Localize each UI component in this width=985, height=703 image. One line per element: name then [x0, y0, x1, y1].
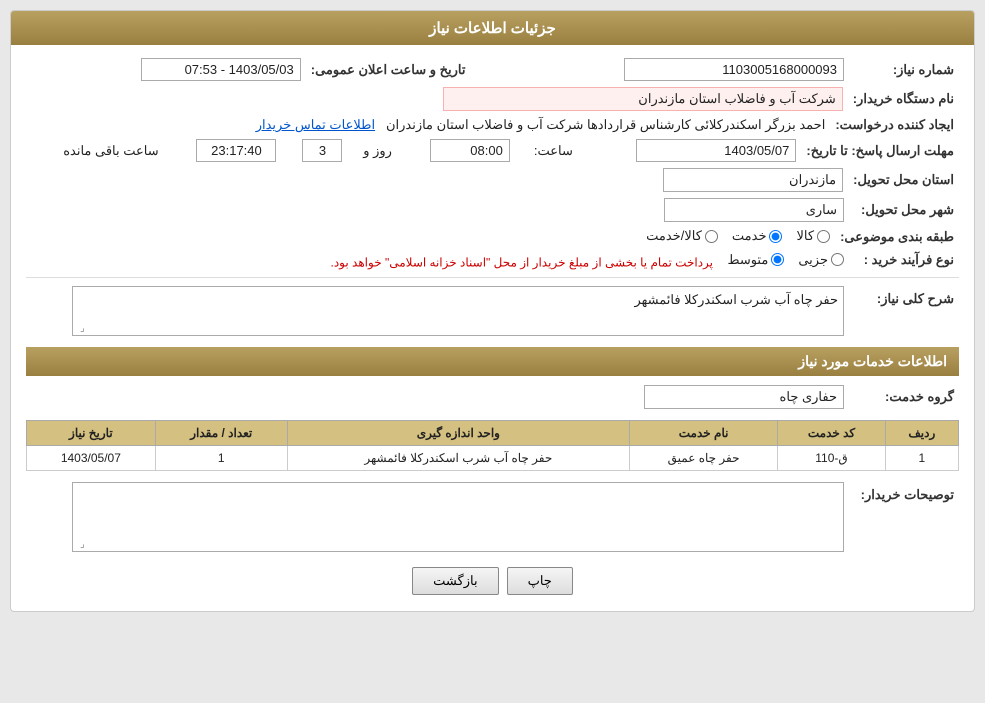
ijad-label: ایجاد کننده درخواست: — [830, 114, 959, 136]
gorooh-label-cell: گروه خدمت: — [849, 382, 959, 412]
mohlat-date: 1403/05/07 — [636, 139, 796, 162]
print-button[interactable]: چاپ — [507, 567, 573, 595]
namdastgah-label: نام دستگاه خریدار: — [848, 84, 959, 114]
ijad-link[interactable]: اطلاعات تماس خریدار — [256, 117, 375, 132]
tabaqa-kala-khedmat-radio[interactable] — [705, 230, 718, 243]
ostan-value: مازندران — [663, 168, 843, 192]
sharh-value: حفر چاه آب شرب اسکندرکلا فائمشهر — [634, 292, 838, 307]
gorooh-value: حفاری چاه — [644, 385, 844, 409]
col-nam: نام خدمت — [629, 421, 777, 446]
tarikh-label: تاریخ و ساعت اعلان عمومی: — [306, 55, 471, 84]
services-table: ردیف کد خدمت نام خدمت واحد اندازه گیری ت… — [26, 420, 959, 471]
noe-radio-group: جزیی متوسط — [727, 252, 844, 268]
noe-jozi-radio[interactable] — [831, 253, 844, 266]
separator1 — [26, 277, 959, 278]
button-row: چاپ بازگشت — [26, 567, 959, 595]
tawsiyat-inner — [73, 483, 843, 548]
row2-table: نام دستگاه خریدار: شرکت آب و فاضلاب استا… — [26, 84, 959, 114]
khadamat-section-title: اطلاعات خدمات مورد نیاز — [798, 353, 947, 369]
back-button[interactable]: بازگشت — [412, 567, 498, 595]
noe-motevaset-item: متوسط — [727, 252, 784, 268]
tawsiyat-label: توصیحات خریدار: — [861, 487, 954, 502]
mohlat-roz-label: روز و — [347, 136, 396, 165]
sharh-label: شرح کلی نیاز: — [877, 291, 954, 306]
noe-motevaset-radio[interactable] — [771, 253, 784, 266]
data-table-wrapper: ردیف کد خدمت نام خدمت واحد اندازه گیری ت… — [26, 420, 959, 471]
noe-motevaset-label: متوسط — [727, 252, 768, 268]
tabaqa-kala-khedmat-label: کالا/خدمت — [646, 228, 702, 244]
cell-nam: حفر چاه عمیق — [629, 446, 777, 471]
noe-warning: پرداخت تمام یا بخشی از مبلغ خریدار از مح… — [331, 255, 714, 269]
tawsiyat-box: ⌟ — [72, 482, 844, 552]
page-wrapper: جزئیات اطلاعات نیاز شماره نیاز: 11030051… — [0, 0, 985, 703]
row5-table: استان محل تحویل: مازندران — [26, 165, 959, 195]
sharh-box: حفر چاه آب شرب اسکندرکلا فائمشهر ⌟ — [72, 286, 844, 336]
col-tarikh: تاریخ نیاز — [27, 421, 156, 446]
tabaqa-radio-group: کالا خدمت کالا/خدمت — [646, 228, 830, 244]
card-header: جزئیات اطلاعات نیاز — [11, 11, 974, 45]
row4-table: مهلت ارسال پاسخ: تا تاریخ: 1403/05/07 سا… — [26, 136, 959, 165]
sharh-resize-handle: ⌟ — [75, 323, 85, 333]
shomara-value: 1103005168000093 — [624, 58, 844, 81]
tawsiyat-label-cell: توصیحات خریدار: — [849, 479, 959, 555]
mohlat-mande-label: ساعت باقی مانده — [26, 136, 163, 165]
tabaqa-label: طبقه بندی موضوعی: — [835, 225, 959, 249]
ostan-label: استان محل تحویل: — [848, 165, 959, 195]
sharh-table: شرح کلی نیاز: حفر چاه آب شرب اسکندرکلا ف… — [26, 283, 959, 339]
shahr-label: شهر محل تحویل: — [849, 195, 959, 225]
namdastgah-value: شرکت آب و فاضلاب استان مازندران — [443, 87, 843, 111]
ijad-value: احمد بزرگر اسکندرکلائی کارشناس قراردادها… — [386, 117, 825, 132]
cell-tedad: 1 — [155, 446, 287, 471]
col-tedad: تعداد / مقدار — [155, 421, 287, 446]
col-radif: ردیف — [885, 421, 958, 446]
tabaqa-khedmat-item: خدمت — [732, 228, 783, 244]
row3-table: ایجاد کننده درخواست: احمد بزرگر اسکندرکل… — [26, 114, 959, 136]
cell-radif: 1 — [885, 446, 958, 471]
mohlat-saat-label: ساعت: — [515, 136, 577, 165]
row6-table: شهر محل تحویل: ساری — [26, 195, 959, 225]
tawsiyat-resize-handle: ⌟ — [75, 539, 85, 549]
main-card: جزئیات اطلاعات نیاز شماره نیاز: 11030051… — [10, 10, 975, 612]
mohlat-label: مهلت ارسال پاسخ: تا تاریخ: — [801, 136, 959, 165]
tabaqa-khedmat-radio[interactable] — [769, 230, 782, 243]
mohlat-saat: 08:00 — [430, 139, 510, 162]
tabaqa-kala-radio[interactable] — [817, 230, 830, 243]
row8-table: نوع فرآیند خرید : جزیی متوسط — [26, 249, 959, 273]
col-vahed: واحد اندازه گیری — [287, 421, 629, 446]
shomara-label: شماره نیاز: — [849, 55, 959, 84]
row1-table: شماره نیاز: 1103005168000093 تاریخ و ساع… — [26, 55, 959, 84]
noe-jozi-item: جزیی — [798, 252, 844, 268]
cell-tarikh: 1403/05/07 — [27, 446, 156, 471]
shahr-value: ساری — [664, 198, 844, 222]
sharh-label-cell: شرح کلی نیاز: — [849, 283, 959, 339]
tabaqa-kala-item: کالا — [796, 228, 830, 244]
table-row: 1 ق-110 حفر چاه عمیق حفر چاه آب شرب اسکن… — [27, 446, 959, 471]
noe-label: نوع فرآیند خرید : — [849, 249, 959, 273]
tabaqa-kala-khedmat-item: کالا/خدمت — [646, 228, 718, 244]
card-body: شماره نیاز: 1103005168000093 تاریخ و ساع… — [11, 45, 974, 611]
mohlat-countdown: 23:17:40 — [196, 139, 276, 162]
cell-vahed: حفر چاه آب شرب اسکندرکلا فائمشهر — [287, 446, 629, 471]
tawsiyat-table: توصیحات خریدار: ⌟ — [26, 479, 959, 555]
khadamat-section-header: اطلاعات خدمات مورد نیاز — [26, 347, 959, 376]
mohlat-roz: 3 — [302, 139, 342, 162]
cell-code: ق-110 — [778, 446, 885, 471]
gorooh-table: گروه خدمت: حفاری چاه — [26, 382, 959, 412]
tabaqa-khedmat-label: خدمت — [732, 228, 767, 244]
noe-jozi-label: جزیی — [798, 252, 828, 268]
tarikh-value: 1403/05/03 - 07:53 — [141, 58, 301, 81]
page-title: جزئیات اطلاعات نیاز — [429, 20, 556, 37]
row7-table: طبقه بندی موضوعی: کالا خدمت — [26, 225, 959, 249]
col-code: کد خدمت — [778, 421, 885, 446]
tabaqa-kala-label: کالا — [796, 228, 814, 244]
